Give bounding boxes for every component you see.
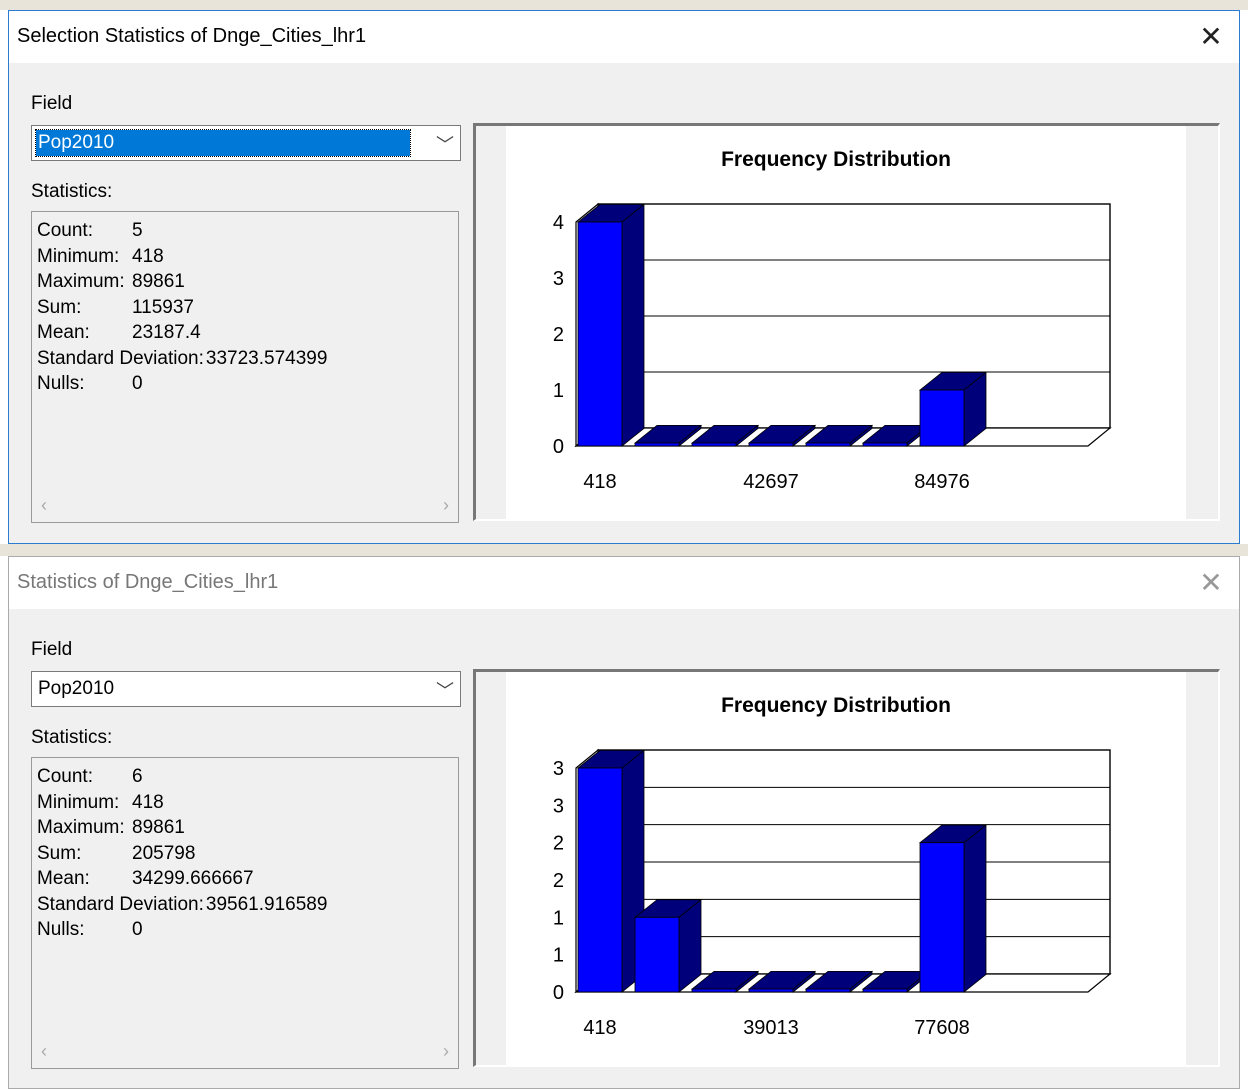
field-select-value: Pop2010	[35, 129, 411, 157]
statistics-label: Statistics:	[31, 181, 113, 202]
dialog-title: Statistics of Dnge_Cities_lhr1	[17, 571, 279, 593]
scroll-left-icon[interactable]: ‹	[41, 1041, 47, 1062]
scroll-right-icon[interactable]: ›	[443, 1041, 449, 1062]
chart-bar	[633, 898, 703, 993]
x-tick-label: 39013	[743, 1017, 799, 1039]
stat-label: Maximum:	[37, 817, 125, 838]
stat-value: 34299.666667	[132, 868, 254, 889]
y-tick-label: 4	[553, 212, 564, 234]
chart-bar	[918, 371, 988, 447]
close-icon[interactable]: ✕	[1191, 565, 1231, 601]
stat-value: 205798	[132, 842, 196, 864]
scroll-right-icon[interactable]: ›	[443, 495, 449, 516]
y-tick-label: 1	[553, 380, 564, 402]
selection-statistics-dialog: Selection Statistics of Dnge_Cities_lhr1…	[8, 10, 1240, 544]
background-map-strip-top	[0, 0, 1248, 10]
field-label: Field	[31, 93, 73, 114]
scroll-left-icon[interactable]: ‹	[41, 495, 47, 516]
stat-row: Maximum: 89861	[37, 269, 185, 294]
chevron-down-icon[interactable]: ﹀	[436, 677, 454, 703]
stat-row: Minimum: 418	[37, 244, 164, 269]
field-select[interactable]: Pop2010 ﹀	[31, 125, 461, 161]
stat-value: 418	[132, 791, 164, 813]
frequency-chart-panel: Frequency Distribution 0 1 1 2 2 3 3 418 39013 776…	[473, 669, 1220, 1067]
stat-label: Mean:	[37, 868, 90, 889]
stat-value: 0	[132, 373, 143, 394]
title-bar: Statistics of Dnge_Cities_lhr1 ✕	[9, 557, 1239, 609]
horizontal-scrollbar[interactable]: ‹ ›	[33, 1037, 457, 1067]
stat-value: 39561.916589	[205, 893, 328, 915]
close-icon[interactable]: ✕	[1191, 19, 1231, 55]
chevron-down-icon[interactable]: ﹀	[436, 131, 454, 157]
stat-row: Standard Deviation: 39561.916589	[37, 892, 327, 917]
statistics-box: Count: 5 Minimum: 418 Maximum: 89861 Sum: 11593…	[31, 211, 459, 523]
stat-label: Sum:	[37, 842, 82, 864]
stat-label: Count:	[37, 766, 93, 787]
stat-label: Nulls:	[37, 373, 85, 394]
stat-value: 89861	[132, 271, 185, 292]
stat-row: Count: 6	[37, 764, 143, 789]
chart-bar	[576, 749, 646, 993]
stat-row: Nulls: 0	[37, 917, 143, 942]
stat-row: Sum: 205798	[37, 841, 195, 866]
field-label: Field	[31, 639, 73, 660]
stat-value: 6	[132, 766, 143, 787]
chart-bar	[576, 203, 646, 447]
y-tick-label: 1	[553, 907, 564, 929]
title-bar: Selection Statistics of Dnge_Cities_lhr1…	[9, 11, 1239, 63]
y-tick-label: 1	[553, 945, 564, 967]
x-tick-label: 418	[583, 471, 616, 493]
dialog-title: Selection Statistics of Dnge_Cities_lhr1	[17, 25, 367, 47]
stat-value: 33723.574399	[205, 347, 328, 369]
stat-value: 418	[132, 245, 164, 267]
stat-label: Maximum:	[37, 271, 125, 292]
stat-row: Nulls: 0	[37, 371, 143, 396]
frequency-distribution-chart: Frequency Distribution 0 1 1 2 2 3 3 418 39013 776…	[506, 672, 1186, 1065]
y-tick-label: 2	[553, 324, 564, 346]
stat-label: Minimum:	[37, 791, 120, 813]
x-tick-label: 77608	[914, 1017, 970, 1039]
field-select-value: Pop2010	[38, 678, 115, 699]
y-tick-label: 0	[553, 982, 564, 1004]
stat-value: 23187.4	[132, 322, 201, 343]
background-map-strip-middle	[0, 544, 1248, 556]
stat-value: 0	[132, 919, 143, 940]
statistics-dialog: Statistics of Dnge_Cities_lhr1 ✕ Field P…	[8, 556, 1240, 1089]
stat-label: Standard Deviation:	[37, 893, 204, 915]
chart-title: Frequency Distribution	[721, 694, 951, 717]
stat-row: Maximum: 89861	[37, 815, 185, 840]
y-tick-label: 2	[553, 833, 564, 855]
stat-value: 89861	[132, 817, 185, 838]
chart-title: Frequency Distribution	[721, 148, 951, 171]
field-select[interactable]: Pop2010 ﹀	[31, 671, 461, 707]
x-tick-label: 84976	[914, 471, 970, 493]
y-tick-label: 0	[553, 436, 564, 458]
x-tick-label: 42697	[743, 471, 799, 493]
horizontal-scrollbar[interactable]: ‹ ›	[33, 491, 457, 521]
stat-value: 5	[132, 220, 143, 241]
stat-row: Count: 5	[37, 218, 143, 243]
frequency-distribution-chart: Frequency Distribution 0 1 2 3 4 418 42697 84976	[506, 126, 1186, 519]
stat-label: Minimum:	[37, 245, 120, 267]
y-tick-label: 2	[553, 870, 564, 892]
x-tick-label: 418	[583, 1017, 616, 1039]
y-tick-label: 3	[553, 758, 564, 780]
stat-row: Sum: 115937	[37, 295, 194, 320]
statistics-label: Statistics:	[31, 727, 113, 748]
stat-row: Mean: 23187.4	[37, 320, 201, 345]
stat-row: Minimum: 418	[37, 790, 164, 815]
stat-label: Standard Deviation:	[37, 347, 204, 369]
stat-value: 115937	[132, 296, 194, 318]
chart-bar	[918, 824, 988, 993]
stat-label: Mean:	[37, 322, 90, 343]
frequency-chart-panel: Frequency Distribution 0 1 2 3 4 418 42697 84976	[473, 123, 1220, 521]
stat-label: Sum:	[37, 296, 82, 318]
y-tick-label: 3	[553, 268, 564, 290]
stat-row: Mean: 34299.666667	[37, 866, 254, 891]
stat-label: Nulls:	[37, 919, 85, 940]
statistics-box: Count: 6 Minimum: 418 Maximum: 89861 Sum: 20579…	[31, 757, 459, 1069]
y-tick-label: 3	[553, 795, 564, 817]
stat-row: Standard Deviation: 33723.574399	[37, 346, 327, 371]
stat-label: Count:	[37, 220, 93, 241]
